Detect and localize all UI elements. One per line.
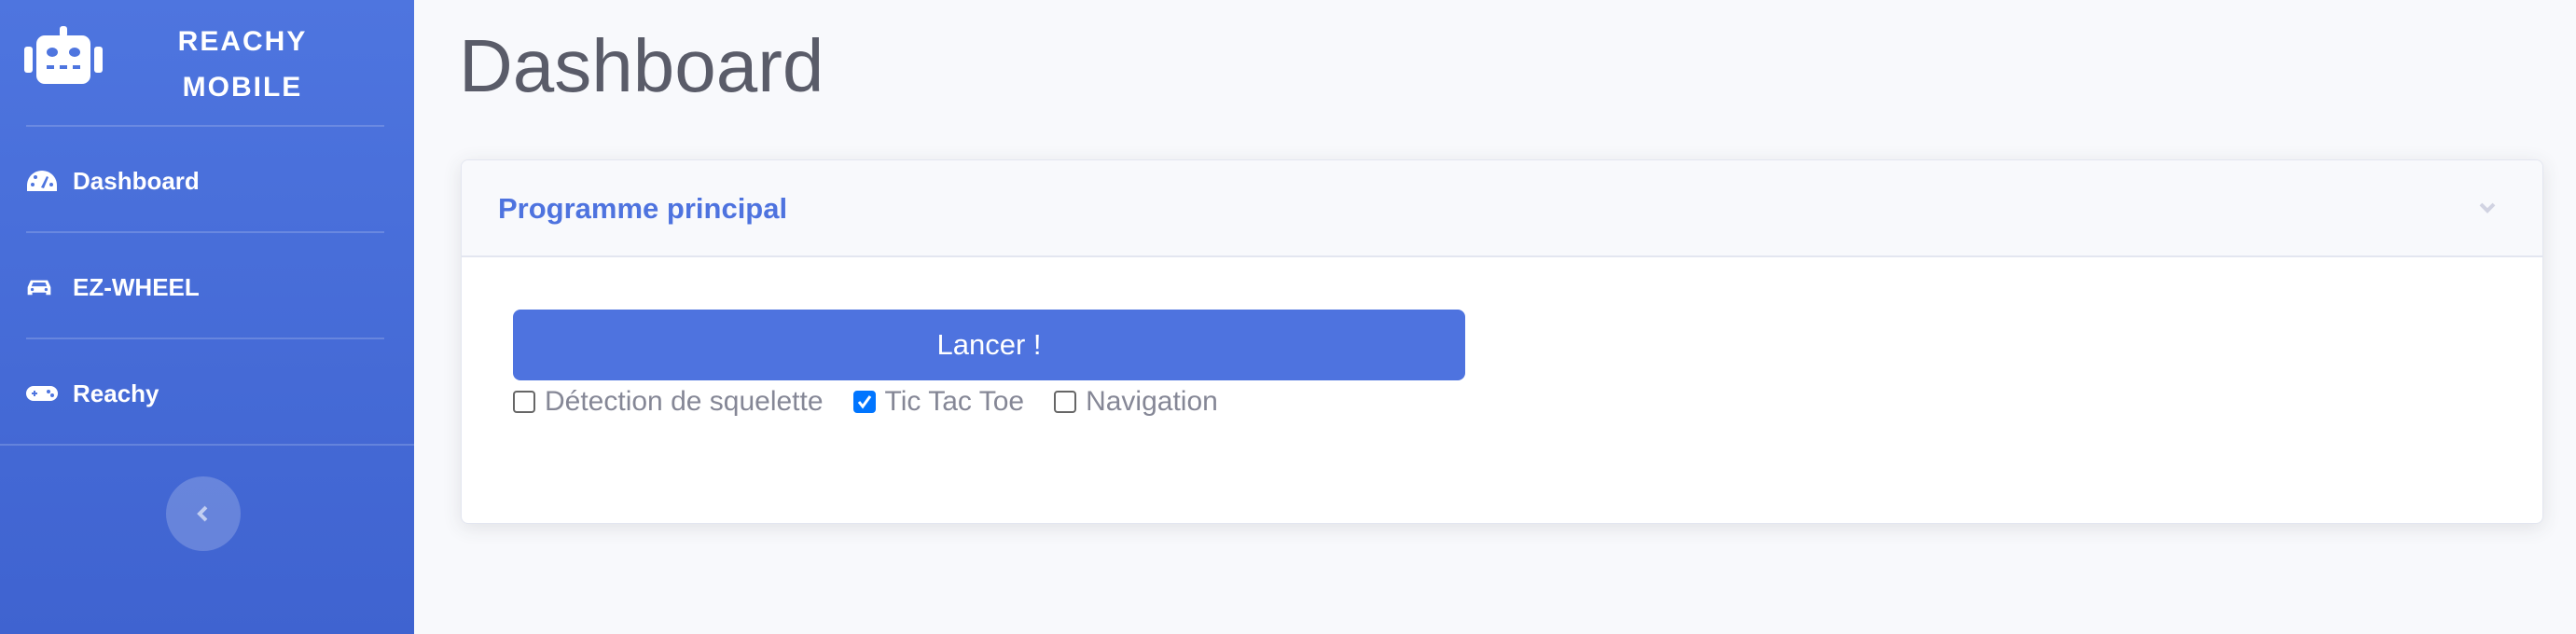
sidebar: REACHY MOBILE Dashboard EZ-WHEEL Reachy xyxy=(0,0,414,634)
sidebar-item-label: Reachy xyxy=(73,379,159,407)
check-icon xyxy=(857,395,871,409)
divider xyxy=(26,125,384,127)
card-header[interactable]: Programme principal xyxy=(462,160,2542,257)
option-label: Navigation xyxy=(1086,386,1218,417)
sidebar-toggle-button[interactable] xyxy=(166,476,241,551)
option-skeleton-detection[interactable]: Détection de squelette xyxy=(513,386,824,418)
checkbox[interactable] xyxy=(852,391,876,413)
option-navigation[interactable]: Navigation xyxy=(1054,386,1218,418)
divider xyxy=(26,231,384,233)
launch-button[interactable]: Lancer ! xyxy=(513,310,1465,380)
sidebar-item-label: EZ-WHEEL xyxy=(73,272,200,301)
program-options: Détection de squelette Tic Tac Toe Navig… xyxy=(513,386,1248,418)
sidebar-item-dashboard[interactable]: Dashboard xyxy=(26,153,384,209)
card-title: Programme principal xyxy=(498,192,788,225)
gamepad-icon xyxy=(26,386,58,401)
robot-icon xyxy=(24,26,103,84)
page-title: Dashboard xyxy=(459,24,824,107)
checkbox[interactable] xyxy=(1054,391,1077,413)
sidebar-item-ez-wheel[interactable]: EZ-WHEEL xyxy=(26,259,384,315)
divider xyxy=(0,444,414,446)
option-tic-tac-toe[interactable]: Tic Tac Toe xyxy=(852,386,1025,418)
brand[interactable]: REACHY MOBILE xyxy=(0,0,414,125)
main-program-card: Programme principal Lancer ! Détection d… xyxy=(461,159,2543,524)
divider xyxy=(26,338,384,339)
sidebar-item-label: Dashboard xyxy=(73,166,200,195)
brand-name: REACHY MOBILE xyxy=(149,19,336,110)
brand-line-1: REACHY xyxy=(177,26,308,57)
sidebar-item-reachy[interactable]: Reachy xyxy=(26,365,384,421)
chevron-down-icon[interactable] xyxy=(2473,194,2501,222)
checkbox[interactable] xyxy=(513,391,535,413)
car-icon xyxy=(27,280,51,296)
option-label: Tic Tac Toe xyxy=(884,386,1025,417)
tachometer-icon xyxy=(27,171,57,191)
chevron-left-icon xyxy=(197,505,208,522)
brand-line-2: MOBILE xyxy=(182,72,303,103)
option-label: Détection de squelette xyxy=(545,386,824,417)
